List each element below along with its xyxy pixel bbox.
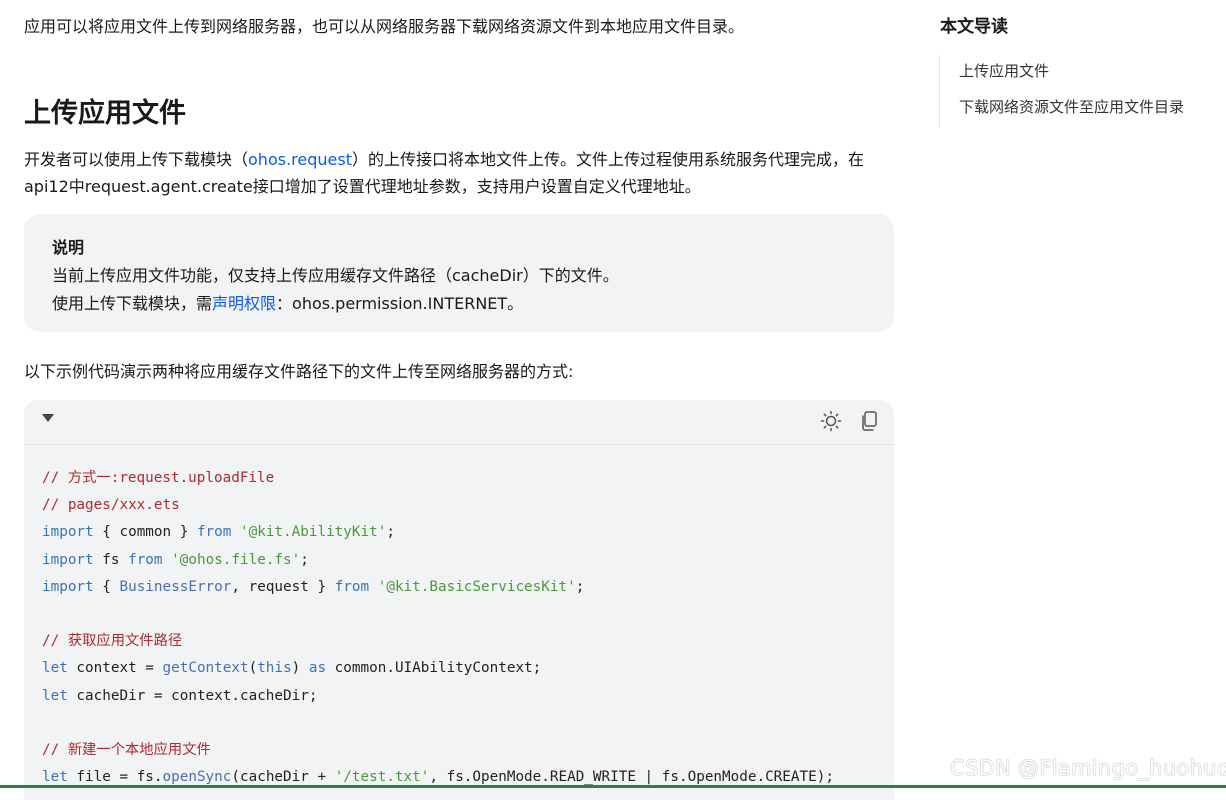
code-keyword: this xyxy=(257,660,292,677)
example-lead-text: 以下示例代码演示两种将应用缓存文件路径下的文件上传至网络服务器的方式: xyxy=(24,362,574,381)
csdn-watermark: CSDN @Flamingo_huohuo xyxy=(950,756,1226,780)
code-text: ; xyxy=(575,578,585,595)
code-line: // 获取应用文件路径 xyxy=(42,633,183,650)
code-line: // 新建一个本地应用文件 xyxy=(42,741,211,758)
code-text: file = fs. xyxy=(67,769,163,786)
toc-title: 本文导读 xyxy=(940,17,1008,37)
note-line-2-before: 使用上传下载模块，需 xyxy=(52,294,213,313)
code-text: { xyxy=(93,578,120,595)
para-text-before: 开发者可以使用上传下载模块（ xyxy=(24,150,249,169)
code-text: context = xyxy=(67,660,163,677)
code-line: let context = getContext(this) as common… xyxy=(42,660,542,677)
note-line-2-after: ：ohos.permission.INTERNET。 xyxy=(276,294,524,313)
code-text: cacheDir = context.cacheDir; xyxy=(67,687,318,704)
code-text: , fs.OpenMode.READ_WRITE | fs.OpenMode.C… xyxy=(429,769,834,786)
code-keyword: import xyxy=(42,524,94,541)
section-paragraph: 开发者可以使用上传下载模块（ohos.request）的上传接口将本地文件上传。… xyxy=(24,146,894,200)
note-title: 说明 xyxy=(52,238,85,257)
code-keyword: import xyxy=(42,578,94,595)
code-text: common.UIAbilityContext; xyxy=(326,660,542,677)
code-keyword: from xyxy=(334,578,370,595)
code-type: BusinessError xyxy=(119,578,232,595)
section-heading: 上传应用文件 xyxy=(24,98,186,129)
declare-permission-link[interactable]: 声明权限 xyxy=(212,294,276,313)
code-keyword: let xyxy=(42,660,68,677)
code-lines: // 方式一:request.uploadFile // pages/xxx.e… xyxy=(24,445,894,791)
note-line-1: 当前上传应用文件功能，仅支持上传应用缓存文件路径（cacheDir）下的文件。 xyxy=(52,266,619,285)
code-line: // 方式一:request.uploadFile xyxy=(42,470,275,486)
code-keyword: from xyxy=(128,551,163,568)
sun-icon[interactable] xyxy=(820,410,842,432)
code-keyword: as xyxy=(308,660,327,677)
code-keyword: import xyxy=(42,551,94,568)
code-text: { common } xyxy=(93,524,197,541)
code-keyword: let xyxy=(42,687,68,704)
code-string: '/test.txt' xyxy=(334,769,430,786)
code-line: import fs from '@ohos.file.fs'; xyxy=(42,547,894,574)
triangle-down-icon[interactable] xyxy=(42,414,54,422)
note-box: 说明 当前上传应用文件功能，仅支持上传应用缓存文件路径（cacheDir）下的文… xyxy=(24,214,894,332)
intro-text: 应用可以将应用文件上传到网络服务器，也可以从网络服务器下载网络资源文件到本地应用… xyxy=(24,17,745,36)
code-string: '@kit.BasicServicesKit' xyxy=(377,578,576,595)
code-toolbar xyxy=(24,400,894,445)
code-text: ; xyxy=(300,551,309,568)
copy-icon[interactable] xyxy=(858,410,880,432)
code-text: ; xyxy=(386,524,395,541)
code-text: (cacheDir + xyxy=(231,769,335,786)
toc-item-download[interactable]: 下载网络资源文件至应用文件目录 xyxy=(959,91,1184,127)
code-line: import { BusinessError, request } from '… xyxy=(42,574,894,601)
code-function: getContext xyxy=(162,660,249,677)
code-string: '@kit.AbilityKit' xyxy=(240,524,387,541)
code-string: '@ohos.file.fs' xyxy=(171,551,301,568)
note-line-2: 使用上传下载模块，需声明权限：ohos.permission.INTERNET。 xyxy=(52,290,866,318)
code-text: fs xyxy=(93,551,129,568)
code-block: // 方式一:request.uploadFile // pages/xxx.e… xyxy=(24,400,894,800)
code-line: import { common } from '@kit.AbilityKit'… xyxy=(42,519,894,546)
code-keyword: from xyxy=(196,524,232,541)
code-function: openSync xyxy=(162,769,232,786)
toc-list: 上传应用文件 下载网络资源文件至应用文件目录 xyxy=(939,55,1184,128)
code-line: let cacheDir = context.cacheDir; xyxy=(42,683,894,710)
code-line: // pages/xxx.ets xyxy=(42,497,180,514)
code-keyword: let xyxy=(42,769,68,786)
code-text: , request } xyxy=(231,578,335,595)
toc-item-upload[interactable]: 上传应用文件 xyxy=(959,55,1184,91)
ohos-request-link[interactable]: ohos.request xyxy=(248,150,352,169)
